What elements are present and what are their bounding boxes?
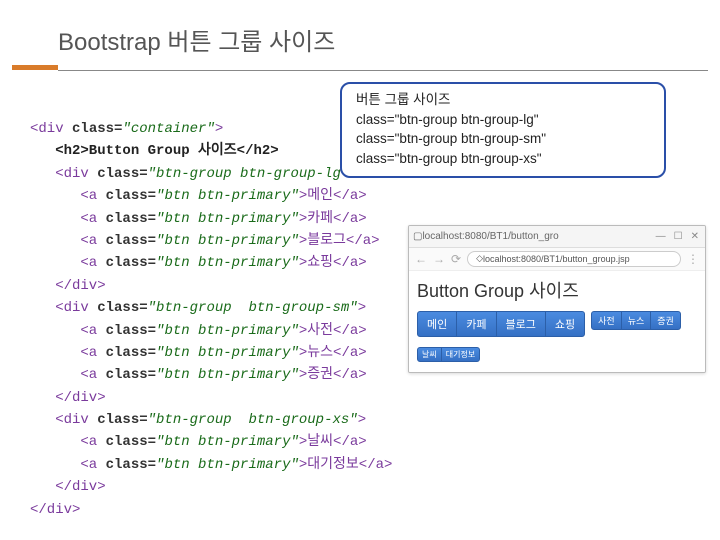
callout-line: class="btn-group btn-group-lg" bbox=[356, 110, 650, 130]
accent-bar bbox=[12, 65, 58, 70]
code-text: <a bbox=[30, 211, 106, 227]
browser-body: Button Group 사이즈 메인 카페 블로그 쇼핑 사전 뉴스 증권 날… bbox=[409, 271, 705, 372]
code-text: class= bbox=[106, 345, 156, 361]
code-text: <a bbox=[30, 434, 106, 450]
code-text: "btn-group btn-group-lg" bbox=[148, 166, 350, 182]
code-text: <div bbox=[30, 300, 97, 316]
code-text: >뉴스</a> bbox=[299, 345, 367, 361]
maximize-icon[interactable]: ☐ bbox=[674, 231, 683, 242]
code-text: "btn btn-primary" bbox=[156, 457, 299, 473]
code-text: </div> bbox=[30, 390, 106, 406]
btn-group-sm: 사전 뉴스 증권 bbox=[591, 311, 681, 330]
code-text: class= bbox=[106, 255, 156, 271]
code-text: > bbox=[358, 412, 366, 428]
code-text: <a bbox=[30, 367, 106, 383]
code-text: > bbox=[215, 121, 223, 137]
code-text: <a bbox=[30, 188, 106, 204]
btn-air[interactable]: 대기정보 bbox=[441, 347, 480, 362]
code-text: class= bbox=[97, 300, 147, 316]
code-text: class= bbox=[106, 233, 156, 249]
code-text: </div> bbox=[30, 502, 80, 518]
code-text: class= bbox=[106, 323, 156, 339]
code-text: class= bbox=[106, 211, 156, 227]
btn-main[interactable]: 메인 bbox=[417, 311, 457, 337]
code-text: "btn btn-primary" bbox=[156, 345, 299, 361]
code-text: "btn btn-primary" bbox=[156, 188, 299, 204]
btn-shopping[interactable]: 쇼핑 bbox=[545, 311, 585, 337]
callout-line: class="btn-group btn-group-xs" bbox=[356, 149, 650, 169]
close-icon[interactable]: ✕ bbox=[691, 231, 699, 242]
code-text: "btn btn-primary" bbox=[156, 211, 299, 227]
code-text: >사전</a> bbox=[299, 323, 367, 339]
code-text: class= bbox=[106, 457, 156, 473]
btn-dict[interactable]: 사전 bbox=[591, 311, 622, 330]
url-text: localhost:8080/BT1/button_group.jsp bbox=[483, 254, 630, 264]
btn-blog[interactable]: 블로그 bbox=[496, 311, 546, 337]
code-text: <a bbox=[30, 233, 106, 249]
code-text: class= bbox=[97, 412, 147, 428]
forward-icon[interactable]: → bbox=[433, 252, 445, 266]
code-text: </div> bbox=[30, 278, 106, 294]
callout-line: class="btn-group btn-group-sm" bbox=[356, 129, 650, 149]
minimize-icon[interactable]: — bbox=[656, 231, 666, 242]
code-text: > bbox=[358, 300, 366, 316]
code-text: >날씨</a> bbox=[299, 434, 367, 450]
code-text: <div bbox=[30, 412, 97, 428]
code-text: "btn-group btn-group-sm" bbox=[148, 300, 358, 316]
btn-weather[interactable]: 날씨 bbox=[417, 347, 442, 362]
code-text: class= bbox=[97, 166, 147, 182]
btn-cafe[interactable]: 카페 bbox=[456, 311, 496, 337]
code-text: >증권</a> bbox=[299, 367, 367, 383]
code-text: "btn btn-primary" bbox=[156, 255, 299, 271]
code-block: <div class="container"> <h2>Button Group… bbox=[30, 118, 392, 521]
page-heading: Button Group 사이즈 bbox=[417, 277, 697, 303]
code-text: >메인</a> bbox=[299, 188, 367, 204]
code-text: class= bbox=[106, 367, 156, 383]
menu-icon[interactable]: ⋮ bbox=[687, 252, 699, 266]
code-text: "btn btn-primary" bbox=[156, 323, 299, 339]
code-text: "btn btn-primary" bbox=[156, 233, 299, 249]
code-text: "container" bbox=[122, 121, 214, 137]
code-text: class= bbox=[72, 121, 122, 137]
browser-titlebar: ▢ localhost:8080/BT1/button_gro — ☐ ✕ bbox=[409, 226, 705, 248]
code-text: class= bbox=[106, 434, 156, 450]
code-text: >카페</a> bbox=[299, 211, 367, 227]
code-text: <a bbox=[30, 345, 106, 361]
code-text: <div bbox=[30, 166, 97, 182]
slide-title: Bootstrap 버튼 그룹 사이즈 bbox=[0, 0, 720, 65]
btn-stock[interactable]: 증권 bbox=[650, 311, 681, 330]
divider-line bbox=[58, 70, 708, 71]
code-text: <a bbox=[30, 457, 106, 473]
btn-group-lg: 메인 카페 블로그 쇼핑 bbox=[417, 311, 585, 337]
back-icon[interactable]: ← bbox=[415, 252, 427, 266]
code-text: >대기정보</a> bbox=[299, 457, 393, 473]
code-text: class= bbox=[106, 188, 156, 204]
code-text: "btn btn-primary" bbox=[156, 367, 299, 383]
page-icon: ▢ bbox=[413, 231, 422, 242]
code-text: <a bbox=[30, 323, 106, 339]
callout-box: 버튼 그룹 사이즈 class="btn-group btn-group-lg"… bbox=[340, 82, 666, 178]
code-text: <a bbox=[30, 255, 106, 271]
callout-line: 버튼 그룹 사이즈 bbox=[356, 90, 650, 110]
url-input[interactable]: ◇ localhost:8080/BT1/button_group.jsp bbox=[467, 251, 681, 267]
tab-title[interactable]: localhost:8080/BT1/button_gro bbox=[422, 231, 655, 242]
code-text: "btn btn-primary" bbox=[156, 434, 299, 450]
code-text: "btn-group btn-group-xs" bbox=[148, 412, 358, 428]
code-text: >블로그</a> bbox=[299, 233, 380, 249]
code-text: >쇼핑</a> bbox=[299, 255, 367, 271]
browser-preview: ▢ localhost:8080/BT1/button_gro — ☐ ✕ ← … bbox=[408, 225, 706, 373]
lock-icon: ◇ bbox=[476, 253, 483, 264]
code-text: </div> bbox=[30, 479, 106, 495]
btn-news[interactable]: 뉴스 bbox=[621, 311, 652, 330]
reload-icon[interactable]: ⟳ bbox=[451, 252, 461, 266]
address-bar: ← → ⟳ ◇ localhost:8080/BT1/button_group.… bbox=[409, 248, 705, 271]
code-text: <div bbox=[30, 121, 72, 137]
btn-group-xs: 날씨 대기정보 bbox=[417, 347, 480, 362]
code-text: <h2>Button Group 사이즈</h2> bbox=[30, 143, 279, 159]
